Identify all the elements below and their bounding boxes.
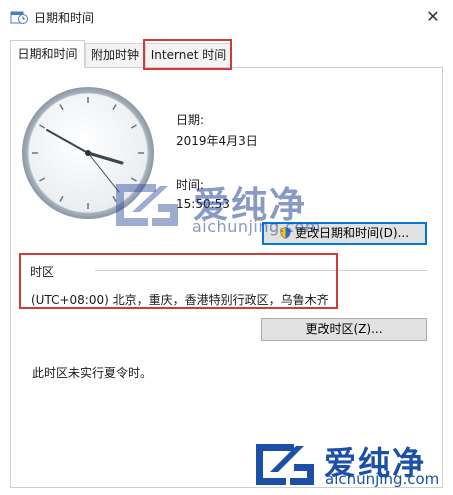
close-button[interactable]: ✕ bbox=[413, 0, 453, 34]
watermark-text-en: aichunjing.com bbox=[192, 217, 321, 236]
date-value: 2019年4月3日 bbox=[176, 134, 258, 148]
window-title: 日期和时间 bbox=[34, 11, 95, 25]
watermark-text-en: aichunjing.com bbox=[325, 470, 440, 488]
highlight-timezone bbox=[19, 253, 338, 309]
watermark-logo-icon bbox=[256, 444, 314, 485]
change-timezone-button[interactable]: 更改时区(Z)... bbox=[261, 318, 427, 341]
highlight-internet-time-tab bbox=[143, 39, 232, 70]
datetime-app-icon bbox=[10, 11, 28, 24]
tab-additional-clocks[interactable]: 附加时钟 bbox=[85, 43, 145, 67]
dst-note: 此时区未实行夏令时。 bbox=[32, 366, 153, 380]
date-label: 日期: bbox=[176, 113, 205, 127]
title-bar: 日期和时间 ✕ bbox=[0, 0, 453, 34]
close-icon: ✕ bbox=[426, 7, 440, 26]
watermark-logo-icon bbox=[116, 184, 178, 226]
tab-date-and-time[interactable]: 日期和时间 bbox=[10, 40, 85, 68]
